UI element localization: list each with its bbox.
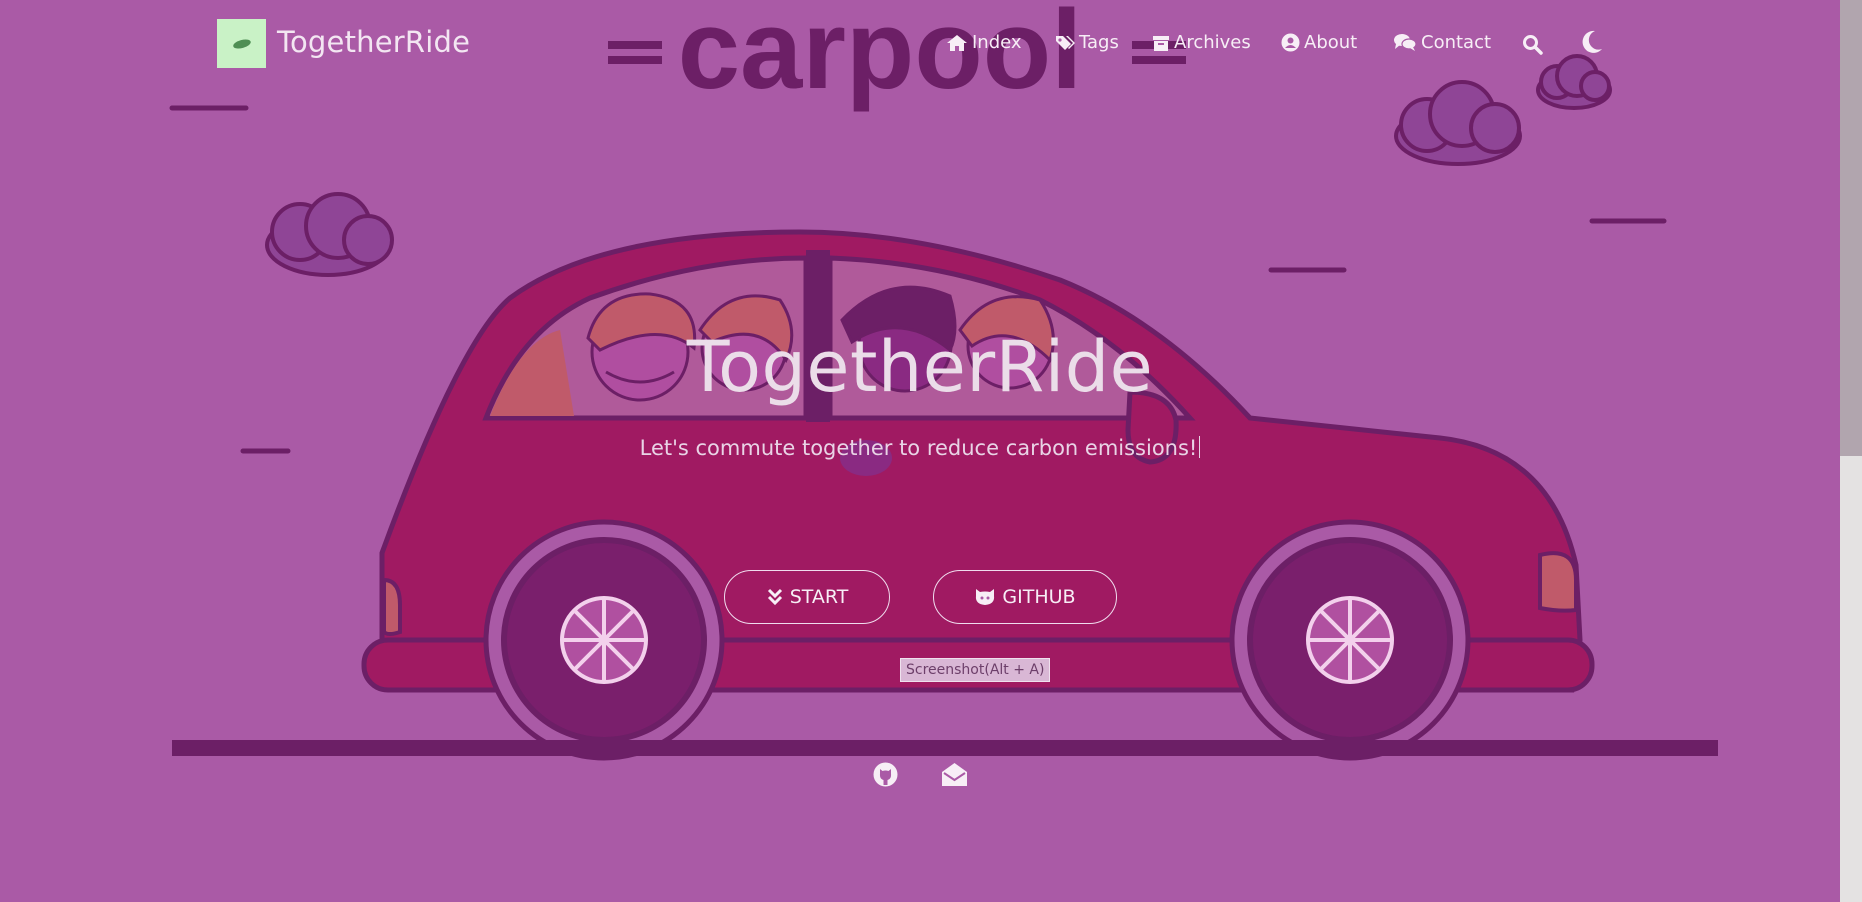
github-button-label: GITHUB bbox=[1002, 586, 1076, 608]
search-icon bbox=[1522, 34, 1543, 55]
hero-section: carpool TogetherRide Index Tags Archives… bbox=[0, 0, 1840, 902]
scrollbar-thumb[interactable] bbox=[1840, 0, 1862, 456]
nav-tags-label: Tags bbox=[1079, 32, 1119, 53]
nav-index[interactable]: Index bbox=[946, 32, 1022, 53]
archive-icon bbox=[1153, 35, 1169, 51]
typing-cursor bbox=[1199, 436, 1201, 458]
hero-subtitle-wrap: Let's commute together to reduce carbon … bbox=[0, 436, 1840, 460]
nav-contact[interactable]: Contact bbox=[1393, 32, 1491, 53]
vertical-scrollbar[interactable] bbox=[1840, 0, 1862, 902]
cloud-right-small bbox=[1536, 54, 1612, 110]
moon-icon bbox=[1582, 30, 1602, 53]
envelope-open-icon bbox=[942, 763, 967, 786]
social-github-link[interactable] bbox=[873, 762, 898, 791]
github-icon bbox=[976, 589, 995, 605]
hero-subtitle: Let's commute together to reduce carbon … bbox=[639, 436, 1198, 460]
social-email-link[interactable] bbox=[941, 762, 968, 791]
search-button[interactable] bbox=[1520, 32, 1544, 56]
theme-toggle-button[interactable] bbox=[1580, 29, 1604, 55]
start-button[interactable]: START bbox=[724, 570, 890, 624]
screenshot-tooltip: Screenshot(Alt + A) bbox=[900, 658, 1051, 682]
road-line bbox=[172, 740, 1718, 756]
leaf-icon bbox=[231, 37, 252, 50]
tags-icon bbox=[1056, 35, 1075, 50]
start-button-label: START bbox=[789, 586, 849, 608]
hero-title: TogetherRide bbox=[686, 326, 1154, 408]
nav-about[interactable]: About bbox=[1281, 32, 1357, 53]
nav-contact-label: Contact bbox=[1421, 32, 1492, 53]
double-chevron-down-icon bbox=[767, 588, 782, 606]
banner-dash-right-2 bbox=[1132, 56, 1186, 64]
user-circle-icon bbox=[1281, 33, 1300, 52]
site-brand[interactable]: TogetherRide bbox=[277, 25, 470, 59]
wheel-left bbox=[501, 537, 707, 743]
nav-archives-label: Archives bbox=[1174, 32, 1251, 53]
github-button[interactable]: GITHUB bbox=[933, 570, 1117, 624]
banner-dash-left-1 bbox=[608, 41, 662, 49]
nav-archives[interactable]: Archives bbox=[1152, 32, 1251, 53]
wheel-right bbox=[1247, 537, 1453, 743]
home-icon bbox=[947, 34, 967, 51]
cloud-right-large bbox=[1394, 80, 1522, 166]
banner-dash-left-2 bbox=[608, 56, 662, 64]
site-logo[interactable] bbox=[217, 19, 266, 68]
cloud-left bbox=[265, 192, 394, 277]
nav-index-label: Index bbox=[972, 32, 1022, 53]
github-icon bbox=[873, 762, 898, 787]
nav-about-label: About bbox=[1304, 32, 1358, 53]
nav-tags[interactable]: Tags bbox=[1055, 32, 1119, 53]
comments-icon bbox=[1394, 34, 1417, 51]
carpool-banner-text: carpool bbox=[678, 0, 1083, 112]
